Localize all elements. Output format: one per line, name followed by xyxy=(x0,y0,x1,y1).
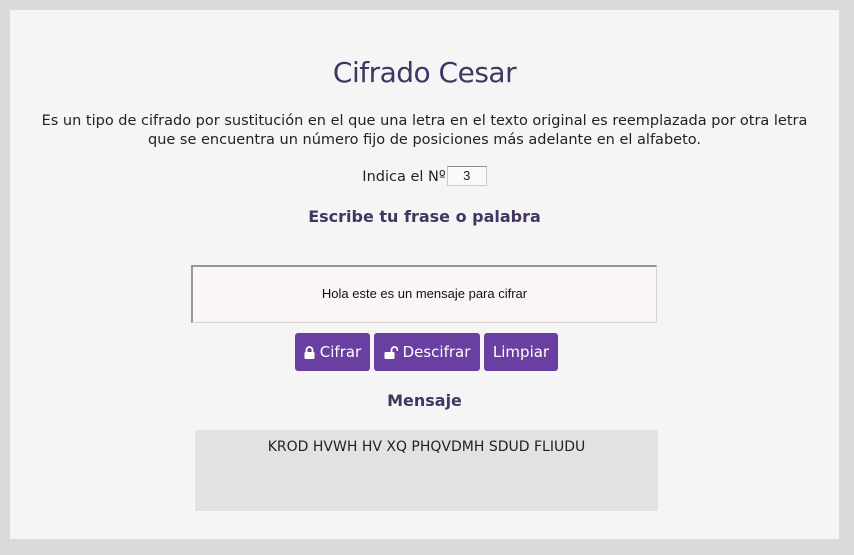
input-heading: Escribe tu frase o palabra xyxy=(308,207,541,226)
shift-label: Indica el Nº xyxy=(362,169,446,185)
cipher-button-label: Cifrar xyxy=(319,343,362,361)
main-card: Cifrado Cesar Es un tipo de cifrado por … xyxy=(10,10,839,539)
clear-button[interactable]: Limpiar xyxy=(484,333,558,371)
clear-button-label: Limpiar xyxy=(492,343,550,361)
shift-row: Indica el Nº xyxy=(10,165,839,189)
shift-input[interactable] xyxy=(446,165,487,186)
output-message: KROD HVWH HV XQ PHQVDMH SDUD FLIUDU xyxy=(195,430,658,511)
button-row: Cifrar Descifrar Limpiar xyxy=(295,333,558,371)
description-text: Es un tipo de cifrado por sustitución en… xyxy=(41,113,808,148)
output-heading: Mensaje xyxy=(387,391,462,410)
cipher-button[interactable]: Cifrar xyxy=(295,333,370,371)
lock-icon xyxy=(304,345,315,359)
phrase-input[interactable]: Hola este es un mensaje para cifrar xyxy=(191,265,657,323)
decipher-button[interactable]: Descifrar xyxy=(374,333,480,371)
decipher-button-label: Descifrar xyxy=(402,343,471,361)
unlock-icon xyxy=(384,345,398,359)
page-title: Cifrado Cesar xyxy=(332,56,517,89)
